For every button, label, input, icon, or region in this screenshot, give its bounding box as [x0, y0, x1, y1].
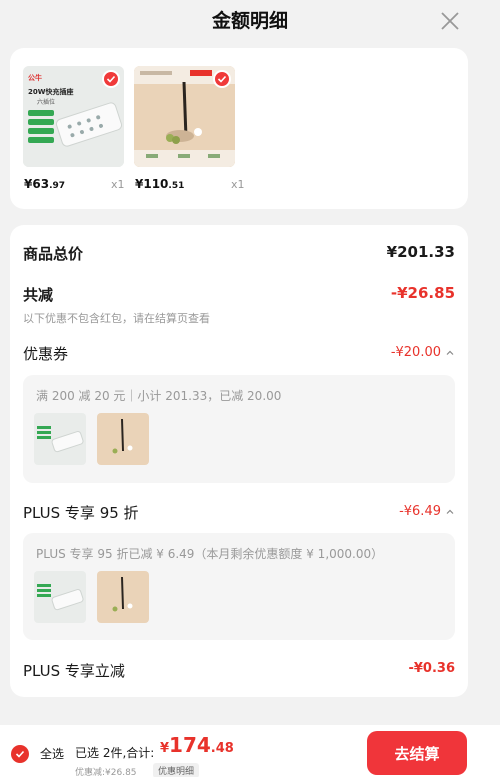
coupon-toggle[interactable]: -¥20.00	[391, 345, 455, 360]
close-icon	[441, 12, 459, 30]
plus-discount-toggle[interactable]: -¥6.49	[399, 504, 455, 519]
checkout-bar: 全选 已选 2件,合计: ¥174.48 优惠减:¥26.85 优惠明细 去结算	[0, 725, 500, 777]
total-value: ¥201.33	[386, 243, 455, 261]
power-strip-image: 公牛 20W快充插座 六插位	[23, 66, 124, 167]
checkmark-icon	[217, 75, 227, 83]
discount-detail-tag[interactable]: 优惠明细	[153, 763, 200, 777]
pen-thumb	[97, 571, 149, 623]
product-price: ¥110.51	[135, 177, 185, 191]
checkmark-icon	[106, 75, 116, 83]
pen-product-image	[134, 66, 235, 167]
selected-check[interactable]	[102, 70, 120, 88]
power-strip-thumb	[34, 413, 86, 465]
product-qty: x1	[231, 178, 245, 191]
plus-instant-label: PLUS 专享立减	[23, 662, 125, 680]
power-strip-thumb	[34, 571, 86, 623]
coupon-value: -¥20.00	[390, 345, 441, 360]
plus-discount-detail-box: PLUS 专享 95 折已减 ¥ 6.49（本月剩余优惠额度 ¥ 1,000.0…	[23, 533, 455, 640]
select-all-label[interactable]: 全选	[40, 745, 64, 762]
plus-instant-value: -¥0.36	[408, 661, 455, 676]
reduce-label: 共减	[23, 286, 54, 304]
box-title: 20W快充插座	[28, 87, 73, 96]
total-label: 商品总价	[23, 245, 84, 263]
coupon-detail-box: 满 200 减 20 元｜小计 201.33，已减 20.00	[23, 375, 455, 483]
chevron-up-icon	[446, 509, 454, 514]
page-title: 金额明细	[211, 10, 288, 32]
coupon-label: 优惠券	[23, 345, 69, 363]
plus-discount-label: PLUS 专享 95 折	[23, 504, 139, 522]
products-card: 公牛 20W快充插座 六插位 ¥63.97 x1 ¥110.51 x1	[10, 48, 468, 209]
plus-discount-value: -¥6.49	[399, 504, 441, 519]
pen-thumb	[97, 413, 149, 465]
product-qty: x1	[111, 178, 125, 191]
checkmark-icon	[15, 750, 25, 758]
select-all-check[interactable]	[11, 745, 29, 763]
reduce-note: 以下优惠不包含红包，请在结算页查看	[23, 312, 210, 325]
selected-summary: 已选 2件,合计:	[75, 746, 155, 760]
product-price: ¥63.97	[24, 177, 66, 191]
checkout-button[interactable]: 去结算	[367, 731, 467, 775]
close-button[interactable]	[438, 9, 462, 33]
plus-discount-detail: PLUS 专享 95 折已减 ¥ 6.49（本月剩余优惠额度 ¥ 1,000.0…	[36, 547, 384, 561]
product-item[interactable]: 公牛 20W快充插座 六插位 ¥63.97 x1	[23, 66, 133, 191]
header: 金额明细	[0, 0, 500, 40]
chevron-up-icon	[446, 350, 454, 355]
coupon-detail: 满 200 减 20 元｜小计 201.33，已减 20.00	[36, 389, 282, 403]
saved-note: 优惠减:¥26.85	[75, 768, 137, 777]
selected-check[interactable]	[213, 70, 231, 88]
box-subtitle: 六插位	[37, 98, 55, 106]
price-detail-card: 商品总价 ¥201.33 共减 -¥26.85 以下优惠不包含红包，请在结算页查…	[10, 225, 468, 697]
product-item[interactable]: ¥110.51 x1	[134, 66, 245, 191]
svg-text:公牛: 公牛	[28, 73, 42, 82]
reduce-value: -¥26.85	[390, 284, 455, 302]
total-amount: ¥174.48	[160, 733, 234, 757]
